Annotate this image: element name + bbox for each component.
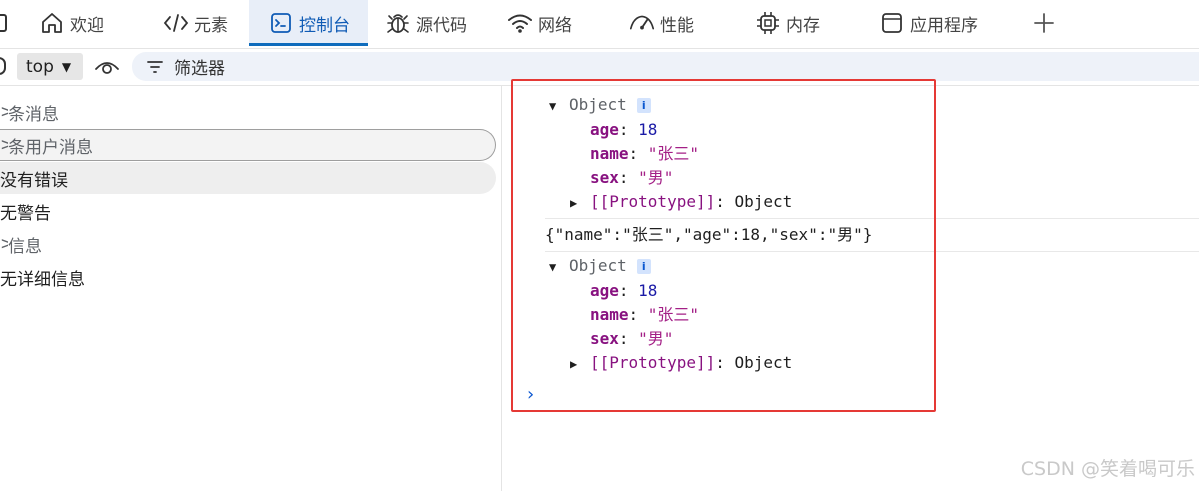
expand-triangle-icon[interactable]: ▼ xyxy=(549,94,569,118)
prototype-key: [[Prototype]] xyxy=(590,192,716,211)
tab-label: 源代码 xyxy=(416,15,467,36)
tab-label: 元素 xyxy=(194,15,228,36)
tab-label: 应用程序 xyxy=(910,15,978,36)
wifi-icon xyxy=(506,9,534,37)
add-tab-button[interactable] xyxy=(1030,0,1062,46)
object-property: age: 18 xyxy=(590,120,658,139)
console-output: ▼ Object i age: 18 name: "张三" sex: "男" ▶[[… xyxy=(503,86,1199,491)
panel-toggle-icon[interactable] xyxy=(0,0,14,46)
object-property: name: "张三" xyxy=(590,144,700,163)
devtools-tab-bar: 欢迎 元素 控制台 源代码 网络 性能 内存 应用程序 xyxy=(0,0,1199,49)
property-value: "张三" xyxy=(647,305,700,324)
tab-label: 欢迎 xyxy=(70,15,104,36)
tab-label: 性能 xyxy=(660,15,694,36)
tab-label: 网络 xyxy=(538,15,572,36)
sidebar-item-verbose[interactable]: 无详细信息 xyxy=(0,261,496,293)
json-log-line: {"name":"张三","age":18,"sex":"男"} xyxy=(545,225,873,244)
expand-triangle-icon[interactable]: ▼ xyxy=(549,255,569,279)
prototype-value: Object xyxy=(734,353,793,372)
collapse-triangle-icon[interactable]: ▶ xyxy=(570,352,590,376)
tab-label: 内存 xyxy=(786,15,820,36)
info-icon: > xyxy=(0,234,8,254)
clear-console-icon[interactable] xyxy=(0,57,6,75)
sidebar-item-label: 条消息 xyxy=(8,104,59,125)
filter-input[interactable]: 筛选器 xyxy=(132,52,1199,81)
chip-icon xyxy=(754,9,782,37)
context-label: top xyxy=(26,56,54,77)
sidebar-item-label: 无警告 xyxy=(0,203,51,224)
bug-icon xyxy=(384,9,412,37)
property-key: age xyxy=(590,281,619,300)
collapse-triangle-icon[interactable]: ▶ xyxy=(570,191,590,215)
sidebar-item-label: 无详细信息 xyxy=(0,269,85,290)
console-icon xyxy=(267,9,295,37)
object-property: name: "张三" xyxy=(590,305,700,324)
user-icon: > xyxy=(0,135,8,155)
prototype-row[interactable]: ▶ [[Prototype]]: Object xyxy=(570,190,792,214)
object-property: sex: "男" xyxy=(590,168,674,187)
console-prompt-input[interactable]: › xyxy=(525,384,536,405)
sidebar-item-warnings[interactable]: 无警告 xyxy=(0,195,496,227)
property-value: "张三" xyxy=(647,144,700,163)
tab-performance[interactable]: 性能 xyxy=(628,0,694,46)
property-key: age xyxy=(590,120,619,139)
object-type: Object xyxy=(569,95,627,114)
filter-icon xyxy=(146,59,164,75)
tab-label: 控制台 xyxy=(299,15,350,36)
tab-application[interactable]: 应用程序 xyxy=(878,0,978,46)
prototype-value: Object xyxy=(734,192,793,211)
tab-sources[interactable]: 源代码 xyxy=(384,0,467,46)
property-value: 18 xyxy=(638,120,658,139)
sidebar-item-info[interactable]: > 信息 xyxy=(0,228,496,260)
property-key: name xyxy=(590,305,629,324)
sidebar-item-user-messages[interactable]: > 条用户消息 xyxy=(0,129,496,161)
tab-elements[interactable]: 元素 xyxy=(162,0,228,46)
info-badge-icon[interactable]: i xyxy=(636,98,651,113)
sidebar-item-label: 没有错误 xyxy=(0,170,68,191)
prototype-row[interactable]: ▶ [[Prototype]]: Object xyxy=(570,351,792,375)
prototype-key: [[Prototype]] xyxy=(590,353,716,372)
property-key: sex xyxy=(590,168,619,187)
tab-console[interactable]: 控制台 xyxy=(249,0,368,46)
sidebar-item-errors[interactable]: 没有错误 xyxy=(0,162,496,194)
tab-memory[interactable]: 内存 xyxy=(754,0,820,46)
object-type: Object xyxy=(569,256,627,275)
filter-placeholder: 筛选器 xyxy=(174,59,225,79)
sidebar-item-label: 信息 xyxy=(8,236,42,257)
object-property: age: 18 xyxy=(590,281,658,300)
object-property: sex: "男" xyxy=(590,329,674,348)
tab-welcome[interactable]: 欢迎 xyxy=(38,0,104,46)
eye-icon[interactable] xyxy=(94,56,120,78)
gauge-icon xyxy=(628,9,656,37)
code-icon xyxy=(162,9,190,37)
dropdown-arrow-icon: ▼ xyxy=(61,59,72,74)
message-divider xyxy=(545,218,1199,219)
list-icon: > xyxy=(0,102,8,122)
object-tree-header[interactable]: ▼ Object i xyxy=(549,93,651,117)
sidebar-item-messages[interactable]: > 条消息 xyxy=(0,96,496,128)
home-icon xyxy=(38,9,66,37)
context-selector[interactable]: top ▼ xyxy=(17,53,83,80)
property-value: "男" xyxy=(638,329,674,348)
watermark: CSDN @笑着喝可乐 xyxy=(1020,458,1195,480)
console-toolbar: top ▼ 筛选器 xyxy=(0,49,1199,86)
info-badge-icon[interactable]: i xyxy=(636,259,651,274)
object-tree-header[interactable]: ▼ Object i xyxy=(549,254,651,278)
property-value: "男" xyxy=(638,168,674,187)
property-key: name xyxy=(590,144,629,163)
property-value: 18 xyxy=(638,281,658,300)
plus-icon xyxy=(1030,9,1058,37)
message-divider xyxy=(545,251,1199,252)
property-key: sex xyxy=(590,329,619,348)
window-icon xyxy=(878,9,906,37)
sidebar-item-label: 条用户消息 xyxy=(8,137,93,158)
tab-network[interactable]: 网络 xyxy=(506,0,572,46)
console-sidebar: > 条消息 > 条用户消息 没有错误 无警告 > 信息 无详细信息 xyxy=(0,86,502,491)
